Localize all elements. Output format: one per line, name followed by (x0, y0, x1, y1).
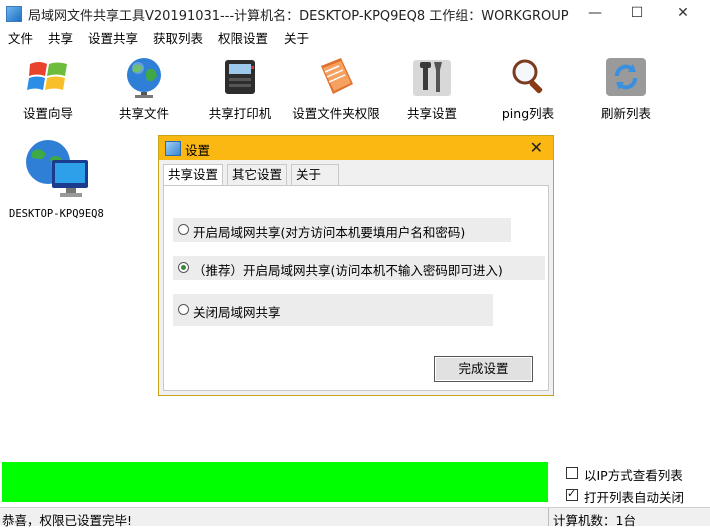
tools-icon (413, 60, 451, 96)
windows-logo-icon (27, 62, 67, 90)
status-message: 恭喜，权限已设置完毕! (2, 513, 133, 528)
globe-icon (127, 58, 161, 98)
refresh-list-button[interactable]: 刷新列表 (594, 48, 658, 126)
title-bar: 局域网文件共享工具V20191031---计算机名：DESKTOP-KPQ9EQ… (0, 0, 710, 26)
settings-dialog: 设置 ✕ 共享设置 其它设置 关于 开启局域网共享(对方访问本机要填用户名和密码… (158, 135, 554, 396)
option-share-no-password[interactable]: （推荐）开启局域网共享(访问本机不输入密码即可进入) (173, 256, 545, 280)
folder-permission-button[interactable]: 设置文件夹权限 (290, 48, 382, 126)
menu-permissions[interactable]: 权限设置 (218, 28, 268, 47)
option-label: 开启局域网共享(对方访问本机要填用户名和密码) (193, 225, 466, 240)
radio-disable-share[interactable] (178, 304, 189, 315)
radio-share-no-password[interactable] (178, 262, 189, 273)
dialog-title: 设置 (185, 143, 211, 158)
dialog-app-icon (165, 141, 181, 156)
menu-about[interactable]: 关于 (284, 28, 309, 47)
radio-share-with-password[interactable] (178, 224, 189, 235)
computer-name: DESKTOP-KPQ9EQ8 (9, 208, 104, 220)
menu-share[interactable]: 共享 (48, 28, 73, 47)
folder-permission-label: 设置文件夹权限 (292, 106, 380, 121)
option-share-with-password[interactable]: 开启局域网共享(对方访问本机要填用户名和密码) (173, 218, 511, 242)
minimize-icon[interactable]: — (572, 0, 618, 26)
app-icon (6, 6, 22, 22)
magnifier-icon (512, 59, 543, 94)
menu-bar: 文件 共享 设置共享 获取列表 权限设置 关于 (0, 26, 710, 46)
close-icon[interactable]: ✕ (660, 0, 706, 26)
status-divider (548, 508, 549, 526)
progress-fill (2, 462, 548, 502)
checkbox-auto-close-label: 打开列表自动关闭 (584, 490, 685, 505)
option-label: 关闭局域网共享 (193, 305, 281, 320)
wizard-label: 设置向导 (22, 106, 73, 121)
checkbox-ip-view-box[interactable] (566, 467, 578, 479)
menu-get-list[interactable]: 获取列表 (153, 28, 203, 47)
finish-settings-button[interactable]: 完成设置 (434, 356, 533, 382)
close-icon[interactable]: ✕ (530, 138, 543, 157)
menu-set-share[interactable]: 设置共享 (88, 28, 138, 47)
maximize-icon[interactable]: ☐ (614, 0, 660, 26)
folder-permission-icon (321, 58, 353, 94)
share-files-label: 共享文件 (118, 106, 169, 121)
refresh-list-label: 刷新列表 (600, 106, 651, 121)
toolbar: 设置向导 共享文件 共享打印机 设置文件夹权限 共享设置 ping列表 刷新列表 (0, 46, 710, 129)
share-settings-panel: 开启局域网共享(对方访问本机要填用户名和密码) （推荐）开启局域网共享(访问本机… (163, 185, 549, 391)
computer-count: 计算机数：1台 (553, 513, 636, 528)
progress-bar (2, 462, 548, 502)
share-printer-label: 共享打印机 (208, 106, 272, 121)
status-bar: 恭喜，权限已设置完毕! 计算机数：1台 (0, 507, 710, 528)
option-label: （推荐）开启局域网共享(访问本机不输入密码即可进入) (193, 263, 503, 278)
checkbox-ip-view-label: 以IP方式查看列表 (584, 468, 683, 483)
ping-list-label: ping列表 (501, 106, 555, 121)
share-settings-button[interactable]: 共享设置 (402, 48, 462, 126)
share-files-button[interactable]: 共享文件 (112, 48, 176, 126)
menu-file[interactable]: 文件 (8, 28, 33, 47)
tab-about[interactable]: 关于 (291, 164, 339, 185)
checkbox-auto-close-box[interactable] (566, 487, 578, 501)
tab-other-settings[interactable]: 其它设置 (227, 164, 288, 185)
ping-list-button[interactable]: ping列表 (496, 48, 560, 126)
tab-strip: 共享设置 其它设置 关于 (163, 164, 549, 186)
option-disable-share[interactable]: 关闭局域网共享 (173, 294, 493, 326)
share-settings-label: 共享设置 (406, 106, 457, 121)
tab-share-settings[interactable]: 共享设置 (163, 164, 224, 186)
printer-icon (225, 60, 255, 94)
refresh-icon (606, 58, 646, 96)
network-computer-icon[interactable] (22, 136, 92, 202)
dialog-title-bar: 设置 ✕ (159, 136, 553, 160)
window-title: 局域网文件共享工具V20191031---计算机名：DESKTOP-KPQ9EQ… (28, 9, 569, 24)
wizard-button[interactable]: 设置向导 (14, 48, 82, 126)
share-printer-button[interactable]: 共享打印机 (202, 48, 278, 126)
